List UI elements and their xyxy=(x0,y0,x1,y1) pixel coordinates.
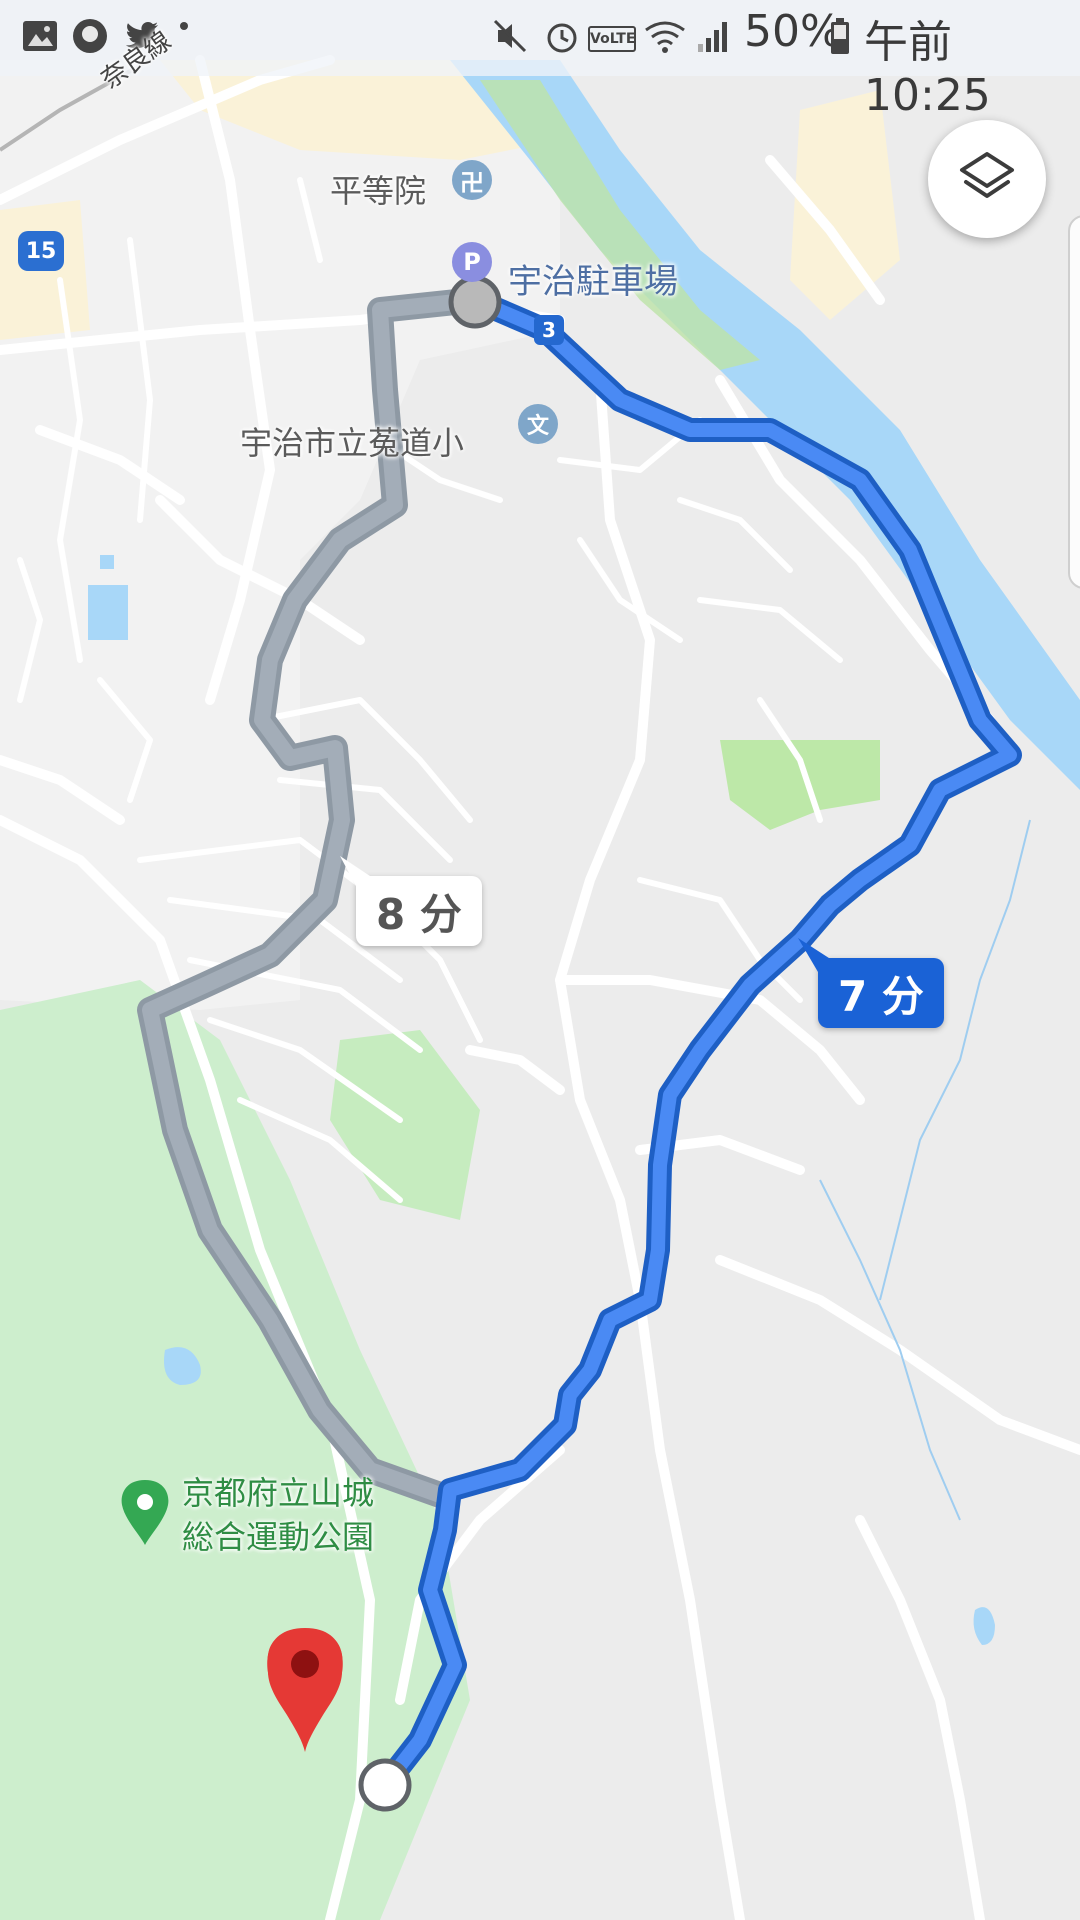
image-icon xyxy=(23,21,57,51)
route-15-shield: 15 xyxy=(18,231,64,271)
side-panel-handle[interactable] xyxy=(1068,215,1080,589)
mute-icon xyxy=(493,19,527,53)
alternate-route-time-label: 8 分 xyxy=(376,889,462,939)
volte-icon: VoLTE xyxy=(588,26,636,52)
selected-route-time-label: 7 分 xyxy=(838,971,924,1021)
park-label-line2[interactable]: 総合運動公園 xyxy=(182,1512,374,1558)
alternate-bubble-pointer xyxy=(340,856,370,886)
alternate-route-time[interactable]: 8 分 xyxy=(356,876,482,946)
selected-bubble-pointer xyxy=(798,938,832,972)
route-3-shield: 3 xyxy=(534,315,564,345)
route-end-marker xyxy=(358,1758,412,1812)
avatar-icon xyxy=(73,19,107,53)
temple-icon[interactable]: 卍 xyxy=(452,160,492,200)
route-start-marker xyxy=(448,275,502,329)
wifi-icon xyxy=(645,21,685,53)
battery-icon xyxy=(831,18,849,54)
selected-route-time[interactable]: 7 分 xyxy=(818,958,944,1028)
status-time: 午前 10:25 xyxy=(864,17,991,121)
school-label[interactable]: 宇治市立菟道小 xyxy=(240,418,464,464)
signal-icon xyxy=(698,22,727,52)
layers-icon xyxy=(960,152,1014,198)
school-icon[interactable]: 文 xyxy=(518,404,558,444)
uji-parking-label[interactable]: 宇治駐車場 xyxy=(508,254,678,303)
byodoin-label[interactable]: 平等院 xyxy=(330,166,426,212)
parking-icon[interactable]: P xyxy=(452,242,492,282)
layers-button[interactable] xyxy=(928,120,1046,238)
notification-dot xyxy=(180,22,188,30)
status-bar: 奈良線 VoLTE 50% 午前 10:25 xyxy=(0,0,1080,121)
park-label-line1[interactable]: 京都府立山城 xyxy=(182,1468,374,1514)
alarm-icon xyxy=(547,23,577,53)
